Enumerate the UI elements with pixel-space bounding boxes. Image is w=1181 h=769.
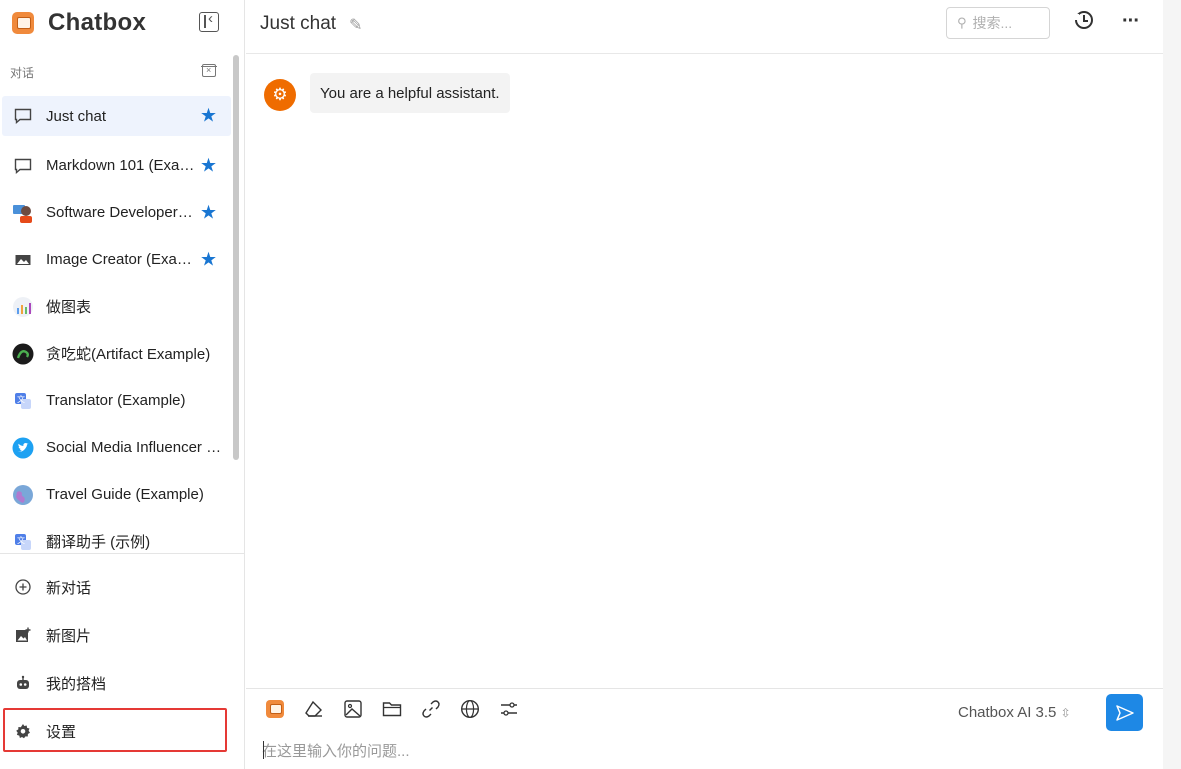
star-icon[interactable]: ★ bbox=[200, 250, 217, 269]
star-icon[interactable]: ★ bbox=[200, 156, 217, 175]
translate-avatar-icon: 文 bbox=[12, 531, 34, 553]
conversation-list: Just chat ★ Markdown 101 (Example) ★ Sof… bbox=[2, 96, 231, 565]
sidebar-divider bbox=[0, 553, 244, 554]
chat-header: Just chat ✎ ⚲ 搜索... ··· bbox=[246, 0, 1163, 54]
settings-sliders-icon[interactable] bbox=[498, 698, 520, 720]
my-partners-button[interactable]: 我的搭档 bbox=[2, 659, 242, 707]
conversation-item-social-media[interactable]: Social Media Influencer (Example) bbox=[2, 424, 231, 471]
conversation-label: Markdown 101 (Example) bbox=[46, 157, 196, 174]
chat-title[interactable]: Just chat bbox=[260, 13, 336, 35]
brand-name: Chatbox bbox=[48, 9, 147, 36]
snake-avatar-icon bbox=[12, 343, 34, 365]
search-icon: ⚲ bbox=[957, 15, 967, 30]
plus-circle-icon bbox=[14, 578, 32, 596]
chevron-updown-icon: ⇳ bbox=[1060, 706, 1071, 720]
conversation-label: 贪吃蛇(Artifact Example) bbox=[46, 346, 211, 363]
image-upload-icon[interactable] bbox=[342, 698, 364, 720]
developer-avatar-icon bbox=[12, 202, 34, 224]
eraser-icon[interactable] bbox=[303, 698, 325, 720]
robot-icon bbox=[14, 674, 32, 692]
conversation-item-translator[interactable]: 文 Translator (Example) bbox=[2, 377, 231, 424]
pencil-icon[interactable]: ✎ bbox=[349, 15, 362, 35]
chatbox-logo-icon[interactable] bbox=[264, 698, 286, 720]
conversation-label: Image Creator (Example) bbox=[46, 251, 196, 268]
collapse-sidebar-icon[interactable] bbox=[199, 10, 219, 32]
clear-conversations-icon[interactable] bbox=[201, 64, 217, 77]
my-partners-label: 我的搭档 bbox=[46, 675, 107, 693]
sidebar: Chatbox 对话 Just chat ★ Markdown 101 (Exa… bbox=[0, 0, 245, 769]
conversation-item-software-developer[interactable]: Software Developer (Example) ★ bbox=[2, 189, 231, 236]
star-icon[interactable]: ★ bbox=[200, 107, 217, 126]
twitter-avatar-icon bbox=[12, 437, 34, 459]
new-image-button[interactable]: 新图片 bbox=[2, 611, 242, 659]
globe-avatar-icon bbox=[12, 484, 34, 506]
image-icon bbox=[12, 249, 34, 271]
new-chat-label: 新对话 bbox=[46, 579, 92, 597]
conversation-label: Travel Guide (Example) bbox=[46, 486, 204, 503]
star-icon[interactable]: ★ bbox=[200, 203, 217, 222]
search-placeholder: 搜索... bbox=[972, 15, 1013, 31]
conversation-label: Translator (Example) bbox=[46, 392, 186, 409]
svg-text:文: 文 bbox=[17, 535, 25, 545]
chatbox-logo-icon bbox=[12, 12, 34, 34]
chat-bubble-icon bbox=[12, 105, 34, 127]
conversation-item-markdown-101[interactable]: Markdown 101 (Example) ★ bbox=[2, 142, 231, 189]
chat-panel: Just chat ✎ ⚲ 搜索... ··· ⚙ You are a help… bbox=[246, 0, 1163, 769]
translate-avatar-icon: 文 bbox=[12, 390, 34, 412]
conversation-item-travel-guide[interactable]: Travel Guide (Example) bbox=[2, 471, 231, 518]
message-bubble: You are a helpful assistant. bbox=[310, 73, 510, 113]
conversation-item-translation-assistant[interactable]: 文 翻译助手 (示例) bbox=[2, 518, 231, 565]
send-button[interactable] bbox=[1106, 694, 1143, 731]
sidebar-scrollbar[interactable] bbox=[233, 55, 239, 460]
composer-divider bbox=[246, 688, 1163, 689]
history-icon[interactable] bbox=[1073, 11, 1093, 29]
chat-bubble-icon bbox=[12, 155, 34, 177]
window-scroll-gutter bbox=[1163, 0, 1181, 769]
conversation-item-snake[interactable]: 贪吃蛇(Artifact Example) bbox=[2, 330, 231, 377]
new-image-label: 新图片 bbox=[46, 627, 92, 645]
brand[interactable]: Chatbox bbox=[12, 6, 146, 40]
svg-text:文: 文 bbox=[17, 394, 25, 404]
conversation-label: Just chat bbox=[46, 107, 107, 125]
settings-highlight-box bbox=[3, 708, 227, 752]
conversation-item-just-chat[interactable]: Just chat ★ bbox=[2, 96, 231, 136]
conversation-label: Software Developer (Example) bbox=[46, 204, 196, 221]
link-icon[interactable] bbox=[420, 698, 442, 720]
model-selector[interactable]: Chatbox AI 3.5 ⇳ bbox=[958, 704, 1071, 721]
send-icon bbox=[1115, 704, 1134, 721]
conversation-label: Social Media Influencer (Example) bbox=[46, 439, 224, 456]
system-message: ⚙ You are a helpful assistant. bbox=[264, 73, 510, 113]
composer-toolbar bbox=[264, 698, 537, 720]
conversation-label: 做图表 bbox=[46, 299, 92, 316]
search-input[interactable]: ⚲ 搜索... bbox=[946, 7, 1050, 39]
section-label: 对话 bbox=[10, 66, 35, 80]
new-chat-button[interactable]: 新对话 bbox=[2, 563, 242, 611]
more-options-icon[interactable]: ··· bbox=[1122, 10, 1140, 33]
conversation-item-image-creator[interactable]: Image Creator (Example) ★ bbox=[2, 236, 231, 283]
conversation-label: 翻译助手 (示例) bbox=[46, 534, 151, 551]
model-label: Chatbox AI 3.5 bbox=[958, 704, 1057, 721]
folder-icon[interactable] bbox=[381, 698, 403, 720]
add-image-icon bbox=[14, 626, 32, 644]
message-input[interactable] bbox=[262, 740, 1122, 762]
globe-icon[interactable] bbox=[459, 698, 481, 720]
conversation-item-chart[interactable]: 做图表 bbox=[2, 283, 231, 330]
chart-avatar-icon bbox=[12, 296, 34, 318]
system-gear-avatar-icon: ⚙ bbox=[264, 79, 296, 111]
text-caret bbox=[263, 741, 264, 759]
